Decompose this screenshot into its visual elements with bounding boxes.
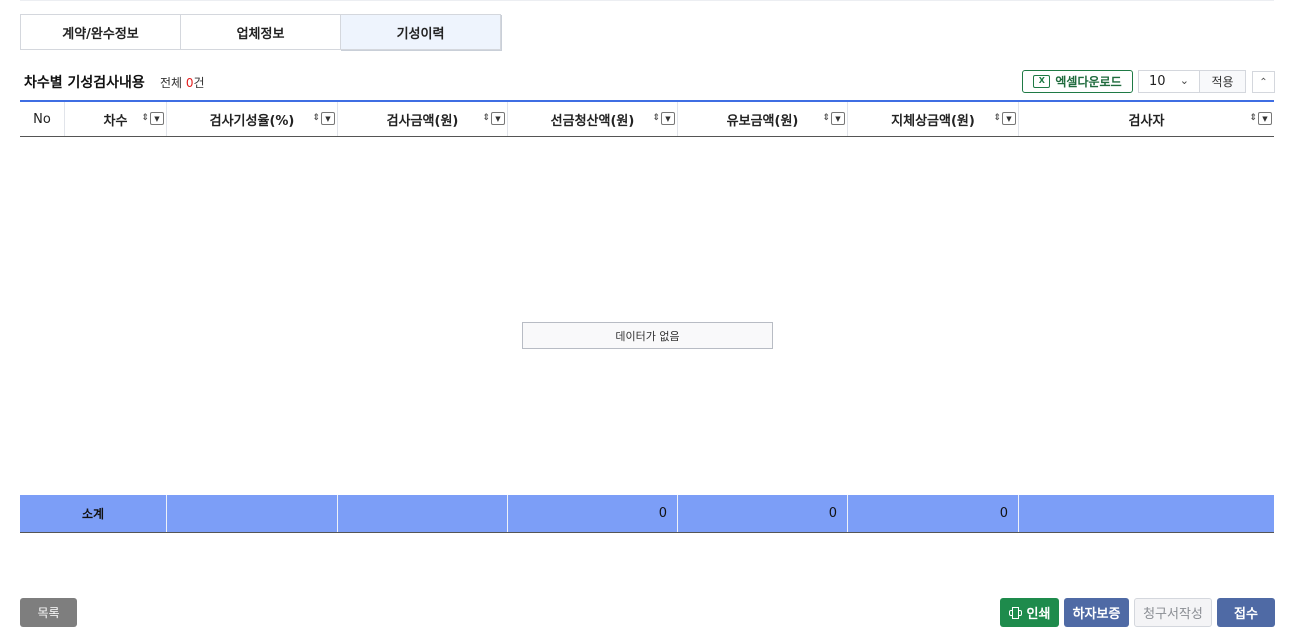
excel-download-label: 엑셀다운로드	[1055, 75, 1122, 89]
sort-icon[interactable]: ⇕	[652, 114, 660, 123]
tab-company-info[interactable]: 업체정보	[180, 14, 341, 50]
filter-dropdown-icon[interactable]: ▼	[321, 112, 335, 125]
receive-button[interactable]: 접수	[1217, 598, 1275, 627]
empty-data-message: 데이터가 없음	[522, 322, 773, 349]
footer-cell	[1019, 495, 1274, 532]
sort-icon[interactable]: ⇕	[482, 114, 490, 123]
sort-icon[interactable]: ⇕	[1249, 114, 1257, 123]
page-size-select[interactable]: 10 ⌄	[1138, 70, 1200, 93]
column-header-inspection-rate[interactable]: 검사기성율(%) ⇕ ▼	[167, 102, 338, 136]
top-divider	[20, 0, 1274, 1]
column-header-label: 지체상금액(원)	[891, 113, 975, 129]
sort-icon[interactable]: ⇕	[312, 114, 320, 123]
footer-cell	[167, 495, 338, 532]
print-button[interactable]: 인쇄	[1000, 598, 1059, 627]
filter-dropdown-icon[interactable]: ▼	[491, 112, 505, 125]
chevron-up-icon: ⌃	[1259, 76, 1268, 88]
footer-cell-delay-penalty: 0	[848, 495, 1019, 532]
grid-header-row: No 차수 ⇕ ▼ 검사기성율(%) ⇕ ▼ 검사금액(원) ⇕ ▼ 선금청산액(원)…	[20, 100, 1274, 137]
sort-icon[interactable]: ⇕	[822, 114, 830, 123]
tab-contract-info[interactable]: 계약/완수정보	[20, 14, 181, 50]
excel-icon: X	[1033, 75, 1051, 88]
column-header-label: 선금청산액(원)	[550, 113, 635, 129]
column-header-round[interactable]: 차수 ⇕ ▼	[65, 102, 167, 136]
column-header-label: 유보금액(원)	[726, 113, 799, 129]
column-header-advance-settlement[interactable]: 선금청산액(원) ⇕ ▼	[508, 102, 678, 136]
sort-icon[interactable]: ⇕	[141, 114, 149, 123]
print-label: 인쇄	[1026, 607, 1051, 622]
column-header-inspection-amount[interactable]: 검사금액(원) ⇕ ▼	[338, 102, 508, 136]
total-count: 전체 0건	[160, 74, 205, 91]
tab-progress-history[interactable]: 기성이력	[340, 14, 501, 50]
footer-cell	[338, 495, 508, 532]
page-size-value: 10	[1149, 74, 1166, 89]
column-header-delay-penalty[interactable]: 지체상금액(원) ⇕ ▼	[848, 102, 1019, 136]
column-header-label: 검사자	[1128, 113, 1165, 129]
footer-cell-retention-amount: 0	[678, 495, 848, 532]
grid-body: 데이터가 없음	[20, 137, 1274, 495]
filter-dropdown-icon[interactable]: ▼	[1002, 112, 1016, 125]
collapse-button[interactable]: ⌃	[1252, 71, 1275, 93]
printer-icon	[1008, 606, 1022, 619]
column-header-label: 차수	[103, 113, 128, 129]
filter-dropdown-icon[interactable]: ▼	[150, 112, 164, 125]
footer-subtotal-label: 소계	[20, 495, 167, 532]
apply-button[interactable]: 적용	[1199, 70, 1246, 93]
filter-dropdown-icon[interactable]: ▼	[661, 112, 675, 125]
column-header-retention-amount[interactable]: 유보금액(원) ⇕ ▼	[678, 102, 848, 136]
tab-bar: 계약/완수정보 업체정보 기성이력	[20, 14, 501, 50]
grid-footer-row: 소계 0 0 0	[20, 495, 1274, 533]
defect-warranty-button[interactable]: 하자보증	[1064, 598, 1129, 627]
column-header-no[interactable]: No	[20, 102, 65, 136]
filter-dropdown-icon[interactable]: ▼	[831, 112, 845, 125]
excel-download-button[interactable]: X 엑셀다운로드	[1022, 70, 1133, 93]
total-count-number: 0	[185, 76, 194, 90]
column-header-label: No	[33, 111, 51, 127]
list-button[interactable]: 목록	[20, 598, 77, 627]
progress-grid: No 차수 ⇕ ▼ 검사기성율(%) ⇕ ▼ 검사금액(원) ⇕ ▼ 선금청산액(원)…	[20, 100, 1274, 533]
column-header-label: 검사금액(원)	[386, 113, 459, 129]
total-suffix: 건	[193, 76, 205, 90]
filter-dropdown-icon[interactable]: ▼	[1258, 112, 1272, 125]
column-header-label: 검사기성율(%)	[209, 113, 295, 129]
sort-icon[interactable]: ⇕	[993, 114, 1001, 123]
create-claim-button[interactable]: 청구서작성	[1134, 598, 1212, 627]
footer-cell-advance-settlement: 0	[508, 495, 678, 532]
chevron-down-icon: ⌄	[1179, 74, 1189, 87]
section-title: 차수별 기성검사내용	[24, 75, 145, 91]
total-prefix: 전체	[160, 76, 186, 90]
column-header-inspector[interactable]: 검사자 ⇕ ▼	[1019, 102, 1274, 136]
